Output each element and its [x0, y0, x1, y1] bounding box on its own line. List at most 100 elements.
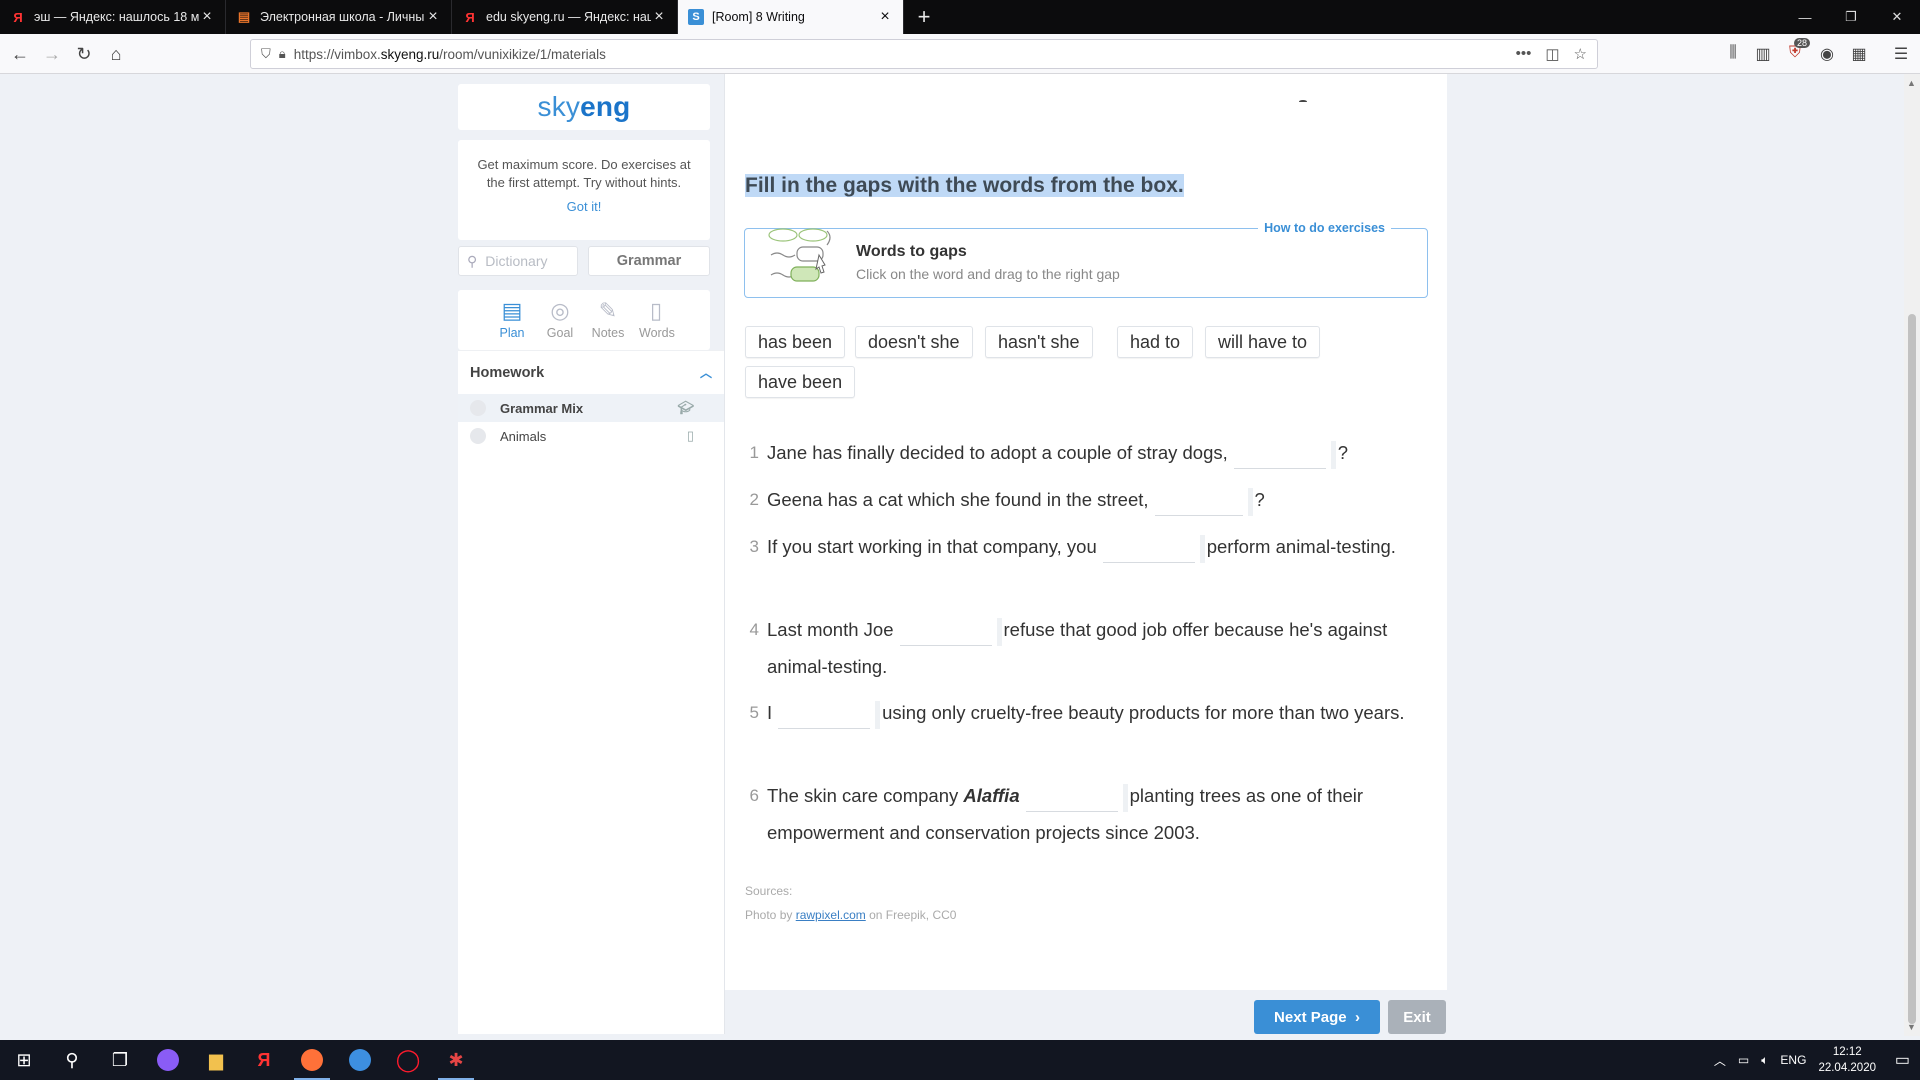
close-tab-icon[interactable]: ×	[651, 8, 667, 26]
tip-card: Get maximum score. Do exercises at the f…	[458, 140, 710, 240]
got-it-link[interactable]: Got it!	[567, 198, 602, 216]
word-chip[interactable]: doesn't she	[855, 326, 973, 358]
app-icon[interactable]: ✱	[432, 1040, 480, 1080]
answer-gap[interactable]	[1233, 439, 1336, 470]
close-tab-icon[interactable]: ×	[425, 8, 441, 26]
pocket-icon[interactable]: ◫	[1545, 45, 1559, 63]
sidebar-icon[interactable]: ▥	[1752, 44, 1774, 64]
next-page-button[interactable]: Next Page ›	[1254, 1000, 1380, 1034]
settings-app-icon[interactable]	[336, 1040, 384, 1080]
notifications-icon[interactable]: ▭	[1895, 1050, 1910, 1070]
chevron-up-icon[interactable]: ︿	[700, 364, 712, 381]
answer-gap[interactable]	[778, 699, 881, 730]
address-bar[interactable]: ⛉ 🔒︎ https://vimbox.skyeng.ru/room/vunix…	[250, 39, 1598, 69]
yandex-browser-icon[interactable]: Я	[240, 1040, 288, 1080]
answer-gap[interactable]	[899, 616, 1002, 647]
nav-notes[interactable]: ✎ Notes	[591, 298, 625, 350]
exercise-instruction: Fill in the gaps with the words from the…	[745, 174, 1184, 197]
exercise-panel: Fill in the gaps with the words from the…	[725, 74, 1447, 990]
browser-tab[interactable]: Я эш — Яндекс: нашлось 18 млн ×	[0, 0, 226, 34]
answer-gap[interactable]	[1102, 533, 1205, 564]
progress-circle	[470, 428, 486, 444]
task-view-icon[interactable]: ❐	[96, 1040, 144, 1080]
word-chip[interactable]: have been	[745, 366, 856, 398]
browser-tab-active[interactable]: S [Room] 8 Writing ×	[678, 0, 904, 34]
nav-plan[interactable]: ▤ Plan	[495, 298, 529, 350]
homework-item-grammar-mix[interactable]: Grammar Mix 🎓︎	[458, 394, 724, 422]
new-tab-button[interactable]: +	[904, 0, 944, 34]
lock-icon[interactable]: 🔒︎	[279, 46, 286, 62]
account-icon[interactable]: ◉	[1816, 44, 1838, 64]
rawpixel-link[interactable]: rawpixel.com	[796, 908, 866, 922]
clock[interactable]: 12:12 22.04.2020	[1818, 1044, 1876, 1076]
language-indicator[interactable]: ENG	[1780, 1053, 1806, 1067]
firefox-icon[interactable]	[288, 1040, 336, 1080]
words-icon: ▯	[649, 298, 663, 323]
container-icon[interactable]: ▦	[1848, 44, 1870, 64]
extension-icon[interactable]: ⛨ 28	[1784, 38, 1811, 64]
sidebar: sky eng Get maximum score. Do exercises a…	[458, 74, 724, 1034]
alice-assistant-icon[interactable]	[144, 1040, 192, 1080]
dictionary-grammar-row: ⚲ Dictionary Grammar	[458, 246, 710, 280]
close-tab-icon[interactable]: ×	[877, 8, 893, 26]
close-tab-icon[interactable]: ×	[199, 8, 215, 26]
grammar-button[interactable]: Grammar	[588, 246, 710, 276]
windows-start-icon[interactable]: ⊞	[0, 1040, 48, 1080]
reload-icon[interactable]: ↻	[70, 40, 98, 68]
image-fragment	[1299, 100, 1307, 103]
opera-icon[interactable]: ◯	[384, 1040, 432, 1080]
back-icon[interactable]: ←	[6, 40, 34, 68]
nav-goal[interactable]: ◎ Goal	[543, 298, 577, 350]
browser-tab[interactable]: ▤ Электронная школа - Личный ×	[226, 0, 452, 34]
sidebar-nav: ▤ Plan ◎ Goal ✎ Notes ▯ Words	[458, 290, 710, 350]
restore-icon[interactable]: ❐	[1828, 0, 1874, 34]
home-icon[interactable]: ⌂	[102, 40, 130, 68]
question-5: 5 Iusing only cruelty-free beauty produc…	[745, 694, 1413, 731]
sources-section: Sources: Photo by rawpixel.com on Freepi…	[745, 884, 957, 922]
minimize-icon[interactable]: ―	[1782, 0, 1828, 34]
drag-words-illustration-icon	[768, 228, 831, 282]
url-text[interactable]: https://vimbox.skyeng.ru/room/vunixikize…	[294, 47, 1516, 62]
network-icon[interactable]: ▭	[1738, 1053, 1749, 1067]
volume-icon[interactable]: 🔈︎	[1761, 1053, 1768, 1068]
close-window-icon[interactable]: ✕	[1874, 0, 1920, 34]
page-scrollbar[interactable]: ▲ ▼	[1904, 74, 1920, 1036]
answer-gap[interactable]	[1154, 486, 1253, 517]
dictionary-search-input[interactable]: ⚲ Dictionary	[458, 246, 578, 276]
homework-item-animals[interactable]: Animals ▯	[458, 422, 724, 450]
tray-chevron-icon[interactable]: ︿	[1714, 1052, 1726, 1069]
page-actions-icon[interactable]: •••	[1516, 45, 1532, 63]
search-icon[interactable]: ⚲	[48, 1040, 96, 1080]
scroll-up-icon[interactable]: ▲	[1907, 78, 1916, 88]
word-chip[interactable]: hasn't she	[985, 326, 1093, 358]
shield-icon[interactable]: ⛉	[261, 46, 271, 62]
school-favicon-icon: ▤	[237, 9, 251, 24]
bookmark-star-icon[interactable]: ☆	[1574, 45, 1587, 63]
how-to-do-link[interactable]: How to do exercises	[1258, 221, 1391, 235]
exercise-footer: Next Page › Exit	[1254, 1000, 1446, 1034]
menu-icon[interactable]: ☰	[1890, 44, 1912, 64]
notes-icon: ✎	[598, 298, 618, 323]
tab-title: edu skyeng.ru — Яндекс: наш	[486, 10, 651, 24]
exit-button[interactable]: Exit	[1388, 1000, 1446, 1034]
scroll-down-icon[interactable]: ▼	[1907, 1022, 1916, 1032]
answer-gap[interactable]	[1025, 782, 1128, 813]
scrollbar-thumb[interactable]	[1908, 314, 1916, 1024]
forward-icon[interactable]: →	[38, 40, 66, 68]
library-icon[interactable]: ⫼	[1722, 44, 1744, 64]
tip-text: Get maximum score. Do exercises at the f…	[477, 157, 691, 190]
skyeng-logo[interactable]: sky eng	[458, 84, 710, 130]
browser-tab[interactable]: Я edu skyeng.ru — Яндекс: наш ×	[452, 0, 678, 34]
browser-toolbar: ← → ↻ ⌂ ⛉ 🔒︎ https://vimbox.skyeng.ru/ro…	[0, 34, 1920, 74]
yandex-favicon-icon: Я	[465, 9, 475, 25]
word-chip[interactable]: will have to	[1205, 326, 1321, 358]
windows-taskbar: ⊞ ⚲ ❐ ▆ Я ◯ ✱ ︿ ▭ 🔈︎ ENG 12:12 22.04.202…	[0, 1040, 1920, 1080]
word-chip[interactable]: has been	[745, 326, 846, 358]
word-chip[interactable]: had to	[1117, 326, 1194, 358]
file-explorer-icon[interactable]: ▆	[192, 1040, 240, 1080]
tab-title: Электронная школа - Личный	[260, 10, 425, 24]
homework-header[interactable]: Homework ︿	[458, 350, 724, 394]
nav-words[interactable]: ▯ Words	[639, 298, 675, 350]
graduation-cap-icon: 🎓︎	[677, 400, 694, 415]
yandex-favicon-icon: Я	[13, 9, 23, 25]
